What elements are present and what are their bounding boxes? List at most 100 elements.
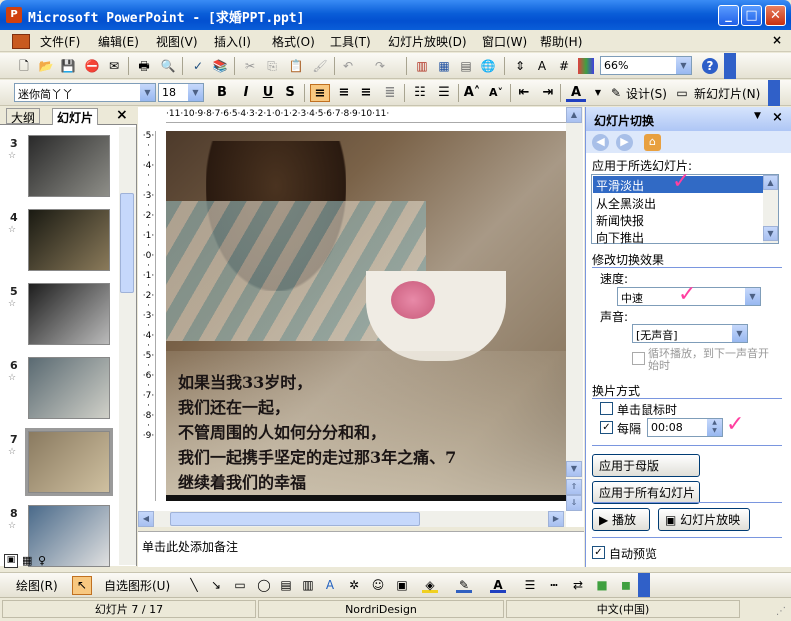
menu-window[interactable]: 窗口(W) — [482, 33, 527, 50]
sound-select[interactable]: [无声音] ▼ — [632, 324, 748, 343]
current-slide[interactable]: 如果当我33岁时， 我们还在一起， 不管周围的人如何分分和和， 我们一起携手坚定… — [166, 131, 566, 501]
italic-button[interactable]: I — [236, 84, 256, 102]
slide-text-line-4[interactable]: 我们一起携手坚定的走过那3年之痛、7 — [178, 444, 456, 468]
new-icon[interactable]: 🗋 — [16, 58, 32, 74]
align-right-icon[interactable]: ≡ — [356, 84, 376, 102]
table-icon[interactable]: ▦ — [436, 58, 452, 74]
scroll-thumb[interactable] — [170, 512, 420, 526]
chart-icon[interactable]: ▥ — [414, 58, 430, 74]
slide-thumbnail-5[interactable]: 5 ☆ — [0, 279, 118, 351]
slide-thumbnail-image[interactable] — [28, 357, 110, 419]
increase-indent-icon[interactable]: ⇥ — [538, 84, 558, 102]
menu-insert[interactable]: 插入(I) — [214, 33, 251, 50]
prev-slide-icon[interactable]: ⇑ — [566, 479, 582, 495]
arrow-icon[interactable]: ↘ — [208, 577, 224, 593]
textbox-icon[interactable]: ▤ — [278, 577, 294, 593]
align-left-icon[interactable]: ≡ — [310, 84, 330, 102]
scroll-thumb[interactable] — [120, 193, 134, 293]
menu-close-icon[interactable]: × — [772, 33, 782, 47]
menu-format[interactable]: 格式(O) — [272, 33, 315, 50]
design-icon[interactable]: ✎ — [608, 85, 624, 101]
increase-font-icon[interactable]: A˄ — [462, 84, 482, 102]
slide-thumbnail-7[interactable]: 7 ☆ — [0, 427, 118, 499]
resize-grip-icon[interactable]: ⋰ — [776, 606, 786, 617]
decrease-indent-icon[interactable]: ⇤ — [514, 84, 534, 102]
rectangle-icon[interactable]: ▭ — [232, 577, 248, 593]
line-style-icon[interactable]: ☰ — [522, 577, 538, 593]
select-objects-icon[interactable]: ↖ — [72, 576, 92, 595]
loop-checkbox[interactable] — [632, 352, 645, 365]
align-center-icon[interactable]: ≡ — [334, 84, 354, 102]
slideshow-button[interactable]: ▣ 幻灯片放映 — [658, 508, 750, 531]
paste-icon[interactable]: 📋 — [288, 58, 304, 74]
slide-thumbnail-4[interactable]: 4 ☆ — [0, 205, 118, 277]
menu-view[interactable]: 视图(V) — [156, 33, 198, 50]
3d-style-icon[interactable]: ◼ — [618, 577, 634, 593]
font-color-icon[interactable]: A — [490, 577, 506, 593]
slide-text-line-3[interactable]: 不管周围的人如何分分和和， — [178, 419, 386, 443]
slide-thumbnail-6[interactable]: 6 ☆ — [0, 353, 118, 425]
oval-icon[interactable]: ◯ — [256, 577, 272, 593]
back-icon[interactable]: ◀ — [592, 134, 609, 151]
design-button[interactable]: 设计(S) — [626, 85, 667, 102]
redo-icon[interactable]: ↷ — [372, 58, 388, 74]
numbering-icon[interactable]: ☷ — [410, 84, 430, 102]
toolbar-options-icon[interactable] — [768, 80, 780, 106]
slide-thumbnail-image[interactable] — [28, 209, 110, 271]
expand-all-icon[interactable]: ⇕ — [512, 58, 528, 74]
home-icon[interactable]: ⌂ — [644, 134, 661, 151]
every-checkbox[interactable]: ✓ — [600, 421, 613, 434]
chevron-down-icon[interactable]: ▼ — [745, 288, 760, 305]
cut-icon[interactable]: ✂ — [242, 58, 258, 74]
menu-slideshow[interactable]: 幻灯片放映(D) — [388, 33, 467, 50]
chevron-down-icon[interactable]: ▼ — [188, 84, 203, 101]
notes-placeholder[interactable]: 单击此处添加备注 — [142, 538, 238, 555]
apply-master-button[interactable]: 应用于母版 — [592, 454, 700, 477]
decrease-font-icon[interactable]: A˅ — [486, 84, 506, 102]
chevron-down-icon[interactable]: ▼ — [140, 84, 155, 101]
scroll-left-icon[interactable]: ◀ — [138, 511, 154, 527]
zoom-combo[interactable]: 66% ▼ — [600, 56, 692, 75]
chevron-down-icon[interactable]: ▼ — [732, 325, 747, 342]
forward-icon[interactable]: ▶ — [616, 134, 633, 151]
print-preview-icon[interactable]: 🔍 — [160, 58, 176, 74]
draw-menu[interactable]: 绘图(R) — [16, 577, 58, 594]
show-formatting-icon[interactable]: A — [534, 58, 550, 74]
tables-borders-icon[interactable]: ▤ — [458, 58, 474, 74]
horizontal-scrollbar[interactable]: ◀ ▶ — [138, 511, 566, 527]
play-button[interactable]: ▶ 播放 — [592, 508, 650, 531]
format-painter-icon[interactable]: 🖌 — [312, 58, 328, 74]
fill-color-icon[interactable]: ◈ — [422, 577, 438, 593]
close-button[interactable]: ✕ — [765, 5, 786, 26]
scroll-down-icon[interactable]: ▼ — [566, 461, 582, 477]
shadow-button[interactable]: S — [280, 84, 300, 102]
wordart-icon[interactable]: A — [322, 577, 338, 593]
slideshow-view-icon[interactable]: ♀ — [38, 554, 46, 567]
font-name-combo[interactable]: 迷你简丫丫 ▼ — [14, 83, 156, 102]
toolbar-options-icon[interactable] — [724, 53, 736, 79]
dash-style-icon[interactable]: ┅ — [546, 577, 562, 593]
document-icon[interactable] — [12, 34, 30, 49]
clipart-icon[interactable]: ☺ — [370, 577, 386, 593]
minimize-button[interactable]: _ — [718, 5, 739, 26]
spinner-arrows-icon[interactable]: ▲ ▼ — [707, 419, 722, 436]
on-click-checkbox[interactable] — [600, 402, 613, 415]
scroll-down-icon[interactable]: ▼ — [763, 226, 778, 241]
notes-pane[interactable]: 单击此处添加备注 — [138, 531, 584, 567]
slide-thumbnail-3[interactable]: 3 ☆ — [0, 131, 118, 203]
justify-icon[interactable]: ≣ — [380, 84, 400, 102]
slide-text-line-5[interactable]: 继续着我们的幸福 — [178, 469, 306, 493]
autoshapes-menu[interactable]: 自选图形(U) — [104, 577, 170, 594]
hyperlink-icon[interactable]: 🌐 — [480, 58, 496, 74]
transition-item-4[interactable]: 向下推出 — [593, 228, 647, 247]
powerpoint-app-icon[interactable]: P — [6, 7, 22, 23]
diagram-icon[interactable]: ✲ — [346, 577, 362, 593]
line-color-icon[interactable]: ✎ — [456, 577, 472, 593]
grid-icon[interactable]: # — [556, 58, 572, 74]
arrow-style-icon[interactable]: ⇄ — [570, 577, 586, 593]
undo-icon[interactable]: ↶ — [340, 58, 356, 74]
scroll-up-icon[interactable]: ▲ — [566, 107, 582, 123]
shadow-style-icon[interactable]: ■ — [594, 577, 610, 593]
autopreview-checkbox[interactable]: ✓ — [592, 546, 605, 559]
save-icon[interactable]: 💾 — [60, 58, 76, 74]
